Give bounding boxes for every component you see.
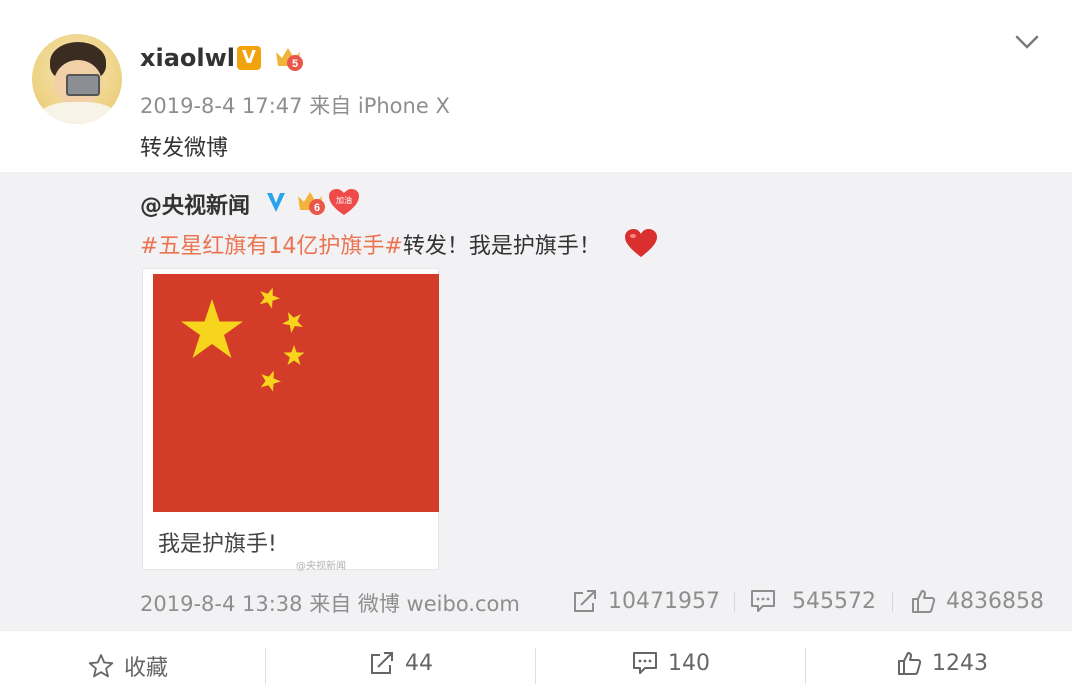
chevron-down-icon[interactable] — [1014, 32, 1040, 52]
repost-text: #五星红旗有14亿护旗手#转发！我是护旗手！ — [140, 228, 601, 260]
repost-timestamp[interactable]: 2019-8-4 13:38 — [140, 592, 303, 616]
china-flag-image[interactable] — [153, 274, 439, 512]
image-caption: 我是护旗手! — [158, 532, 277, 557]
comment-count: 545572 — [792, 588, 876, 614]
like-button[interactable]: 1243 — [896, 650, 988, 676]
heart-icon — [625, 229, 657, 257]
heart-badge-icon: 加油 — [329, 189, 359, 215]
repost-body: 转发！我是护旗手！ — [402, 234, 601, 259]
verified-icon — [267, 193, 285, 212]
star-icon — [88, 654, 114, 678]
post-username[interactable]: xiaolwl — [140, 44, 235, 72]
crown-level-number: 5 — [292, 58, 298, 70]
like-button-count: 1243 — [932, 650, 988, 676]
divider — [265, 648, 266, 684]
like-icon — [898, 652, 922, 675]
verified-orange-icon: V — [237, 46, 261, 70]
comment-icon — [751, 590, 775, 612]
heart-badge-label: 加油 — [336, 195, 352, 205]
repost-icon — [371, 652, 393, 674]
repost-source: 来自 微博 weibo.com — [309, 592, 520, 616]
comment-count-stat[interactable]: 545572 — [750, 588, 876, 614]
repost-button-count: 44 — [405, 650, 433, 676]
crown-level-icon: 6 — [298, 192, 325, 215]
crown-level-number: 6 — [314, 202, 320, 214]
comment-button-count: 140 — [668, 650, 710, 676]
avatar[interactable] — [32, 34, 122, 124]
divider — [535, 648, 536, 684]
post-text: 转发微博 — [140, 136, 229, 161]
crown-level-icon: 5 — [276, 48, 303, 71]
like-icon — [912, 590, 936, 613]
post-timestamp[interactable]: 2019-8-4 17:47 — [140, 94, 303, 118]
divider — [734, 592, 735, 612]
repost-button[interactable]: 44 — [369, 650, 433, 676]
comment-button[interactable]: 140 — [632, 650, 710, 676]
like-count-stat[interactable]: 4836858 — [910, 588, 1044, 614]
divider — [805, 648, 806, 684]
comment-icon — [633, 652, 657, 674]
like-count: 4836858 — [946, 588, 1044, 614]
repost-username[interactable]: @央视新闻 — [140, 188, 250, 220]
hashtag-link[interactable]: #五星红旗有14亿护旗手# — [140, 234, 403, 259]
divider — [892, 592, 893, 612]
repost-count: 10471957 — [608, 588, 720, 614]
post-source: 来自 iPhone X — [309, 94, 450, 118]
favorite-label: 收藏 — [124, 656, 169, 681]
repost-icon — [574, 590, 596, 612]
image-watermark: @央视新闻 — [296, 561, 346, 572]
repost-count-stat[interactable]: 10471957 — [572, 588, 720, 614]
repost-meta: 2019-8-4 13:38 来自 微博 weibo.com — [140, 588, 520, 618]
post-meta: 2019-8-4 17:47 来自 iPhone X — [140, 90, 450, 120]
favorite-button[interactable]: 收藏 — [88, 650, 168, 682]
